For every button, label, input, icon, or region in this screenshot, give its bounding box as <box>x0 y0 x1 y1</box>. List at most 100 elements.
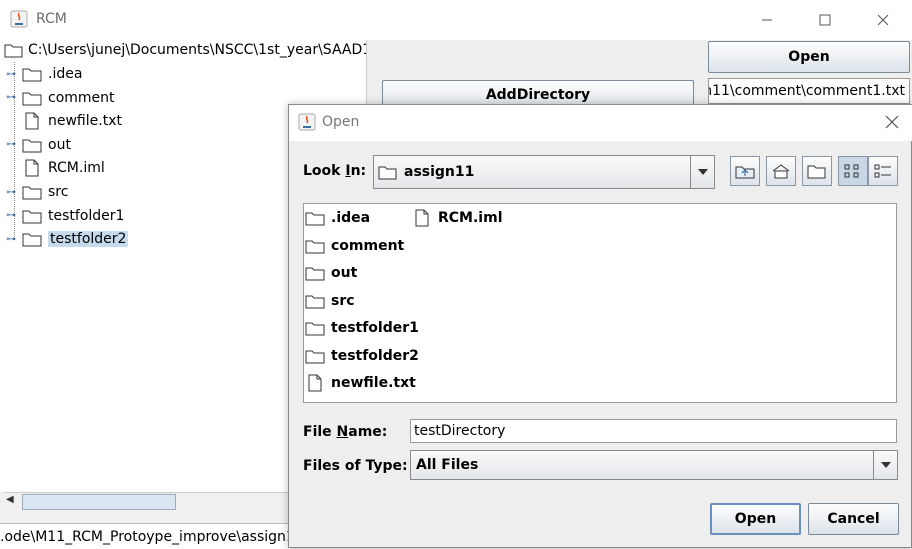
file-icon <box>415 209 429 227</box>
file-list-item-label: .idea <box>331 210 371 226</box>
folder-icon <box>22 186 42 200</box>
file-list-item[interactable]: newfile.txt <box>305 373 416 393</box>
tree-item[interactable]: newfile.txt <box>6 110 122 132</box>
list-view-button[interactable] <box>838 156 868 186</box>
folder-icon <box>22 210 42 224</box>
folder-icon <box>22 139 42 153</box>
file-list-item-label: src <box>331 292 355 309</box>
home-icon <box>772 164 790 179</box>
folder-icon <box>305 240 325 253</box>
file-list-item[interactable]: out <box>305 263 357 283</box>
file-icon <box>25 159 39 177</box>
file-icon <box>308 374 322 392</box>
tree-item-label: out <box>48 136 71 153</box>
dialog-title-bar <box>289 105 912 141</box>
minimize-button[interactable] <box>738 0 796 40</box>
tree-item[interactable]: ⊶ src <box>6 181 68 203</box>
close-button[interactable] <box>854 0 912 40</box>
minimize-icon <box>762 19 772 21</box>
expand-handle-icon[interactable]: ⊶ <box>6 210 22 221</box>
tree-item-label: comment <box>48 89 115 106</box>
expand-handle-icon[interactable]: ⊶ <box>6 92 22 103</box>
chevron-down-icon[interactable] <box>873 451 898 479</box>
details-view-icon <box>874 164 891 178</box>
open-button[interactable]: Open <box>708 41 910 73</box>
tree-root[interactable]: C:\Users\junej\Documents\NSCC\1st_year\S… <box>4 42 380 58</box>
folder-open-icon <box>4 44 23 58</box>
folder-icon <box>305 322 325 336</box>
tree-root-path: C:\Users\junej\Documents\NSCC\1st_year\S… <box>28 42 381 58</box>
file-list-item[interactable]: comment <box>305 236 404 256</box>
tree-item-label: testfolder2 <box>48 231 129 248</box>
dialog-open-button[interactable]: Open <box>710 503 801 535</box>
folder-icon <box>305 350 325 363</box>
tree-item-label: testfolder1 <box>48 207 125 224</box>
file-name-input[interactable] <box>410 419 897 443</box>
dialog-title: Open <box>322 114 360 130</box>
java-dialog-icon <box>298 113 316 131</box>
files-of-type-value: All Files <box>416 457 479 473</box>
dialog-close-button[interactable] <box>878 108 906 136</box>
folder-icon <box>22 92 42 106</box>
tree-item[interactable]: ⊶ .idea <box>6 63 82 85</box>
folder-icon <box>305 295 325 308</box>
look-in-label: Look In: <box>303 163 366 179</box>
close-icon <box>877 14 889 26</box>
file-list-item[interactable]: testfolder2 <box>305 346 419 366</box>
close-icon <box>885 115 899 129</box>
maximize-icon <box>819 14 831 26</box>
expand-handle-icon[interactable]: ⊶ <box>6 234 22 245</box>
file-list-item[interactable]: RCM.iml <box>412 208 503 228</box>
window-title: RCM <box>36 11 67 27</box>
folder-icon <box>305 212 325 226</box>
dialog-cancel-button[interactable]: Cancel <box>808 503 899 535</box>
files-of-type-label: Files of Type: <box>303 458 408 474</box>
look-in-label-prefix: Look <box>303 163 346 179</box>
new-folder-icon <box>807 165 826 179</box>
selected-file-path-field[interactable]: ign11\comment\comment1.txt <box>708 78 910 104</box>
scroll-left-arrow-icon[interactable]: ◀ <box>6 494 14 505</box>
up-one-level-button[interactable] <box>730 156 760 186</box>
maximize-button[interactable] <box>796 0 854 40</box>
chevron-down-icon[interactable] <box>690 156 715 188</box>
folder-icon <box>22 233 42 247</box>
file-list-item-label: out <box>331 265 358 281</box>
expand-handle-icon[interactable]: ⊶ <box>6 139 22 150</box>
expand-handle-icon[interactable]: ⊶ <box>6 187 22 198</box>
scrollbar-thumb[interactable] <box>22 494 176 510</box>
tree-item-label: src <box>48 184 69 200</box>
file-list-item[interactable]: .idea <box>305 208 370 228</box>
file-list-item-label: newfile.txt <box>331 375 416 391</box>
home-button[interactable] <box>766 156 796 186</box>
look-in-value: assign11 <box>404 164 475 180</box>
tree-item[interactable]: ⊶ testfolder1 <box>6 205 124 227</box>
current-path-field[interactable]: .ode\M11_RCM_Protoype_improve\assign11 <box>0 523 290 549</box>
expand-handle-icon[interactable]: ⊶ <box>6 69 22 80</box>
file-name-label: File Name: <box>303 424 387 440</box>
file-name-label-suffix: ame: <box>348 424 388 440</box>
list-view-icon <box>844 164 859 178</box>
file-name-label-prefix: File <box>303 424 337 440</box>
files-of-type-combo[interactable]: All Files <box>410 450 898 480</box>
file-list-item-label: testfolder1 <box>331 320 419 336</box>
file-list-item-label: comment <box>331 237 405 254</box>
tree-item[interactable]: RCM.iml <box>6 157 105 179</box>
details-view-button[interactable] <box>868 156 898 186</box>
java-app-icon <box>10 10 28 28</box>
folder-icon <box>22 68 42 82</box>
up-folder-icon <box>735 166 755 179</box>
new-folder-button[interactable] <box>802 156 832 186</box>
file-list-item-label: testfolder2 <box>331 347 419 364</box>
tree-item-label: RCM.iml <box>48 160 105 177</box>
tree-item[interactable]: ⊶ comment <box>6 87 115 109</box>
file-list-item[interactable]: testfolder1 <box>305 318 419 338</box>
look-in-label-suffix: n: <box>350 163 367 179</box>
file-list-item[interactable]: src <box>305 291 355 311</box>
tree-item[interactable]: ⊶ out <box>6 134 71 156</box>
folder-icon <box>305 267 325 281</box>
file-icon <box>25 112 39 130</box>
folder-icon <box>378 166 397 180</box>
look-in-combo[interactable]: assign11 <box>373 155 715 189</box>
file-name-label-mnemonic: N <box>336 424 349 440</box>
tree-item[interactable]: ⊶ testfolder2 <box>6 228 129 250</box>
